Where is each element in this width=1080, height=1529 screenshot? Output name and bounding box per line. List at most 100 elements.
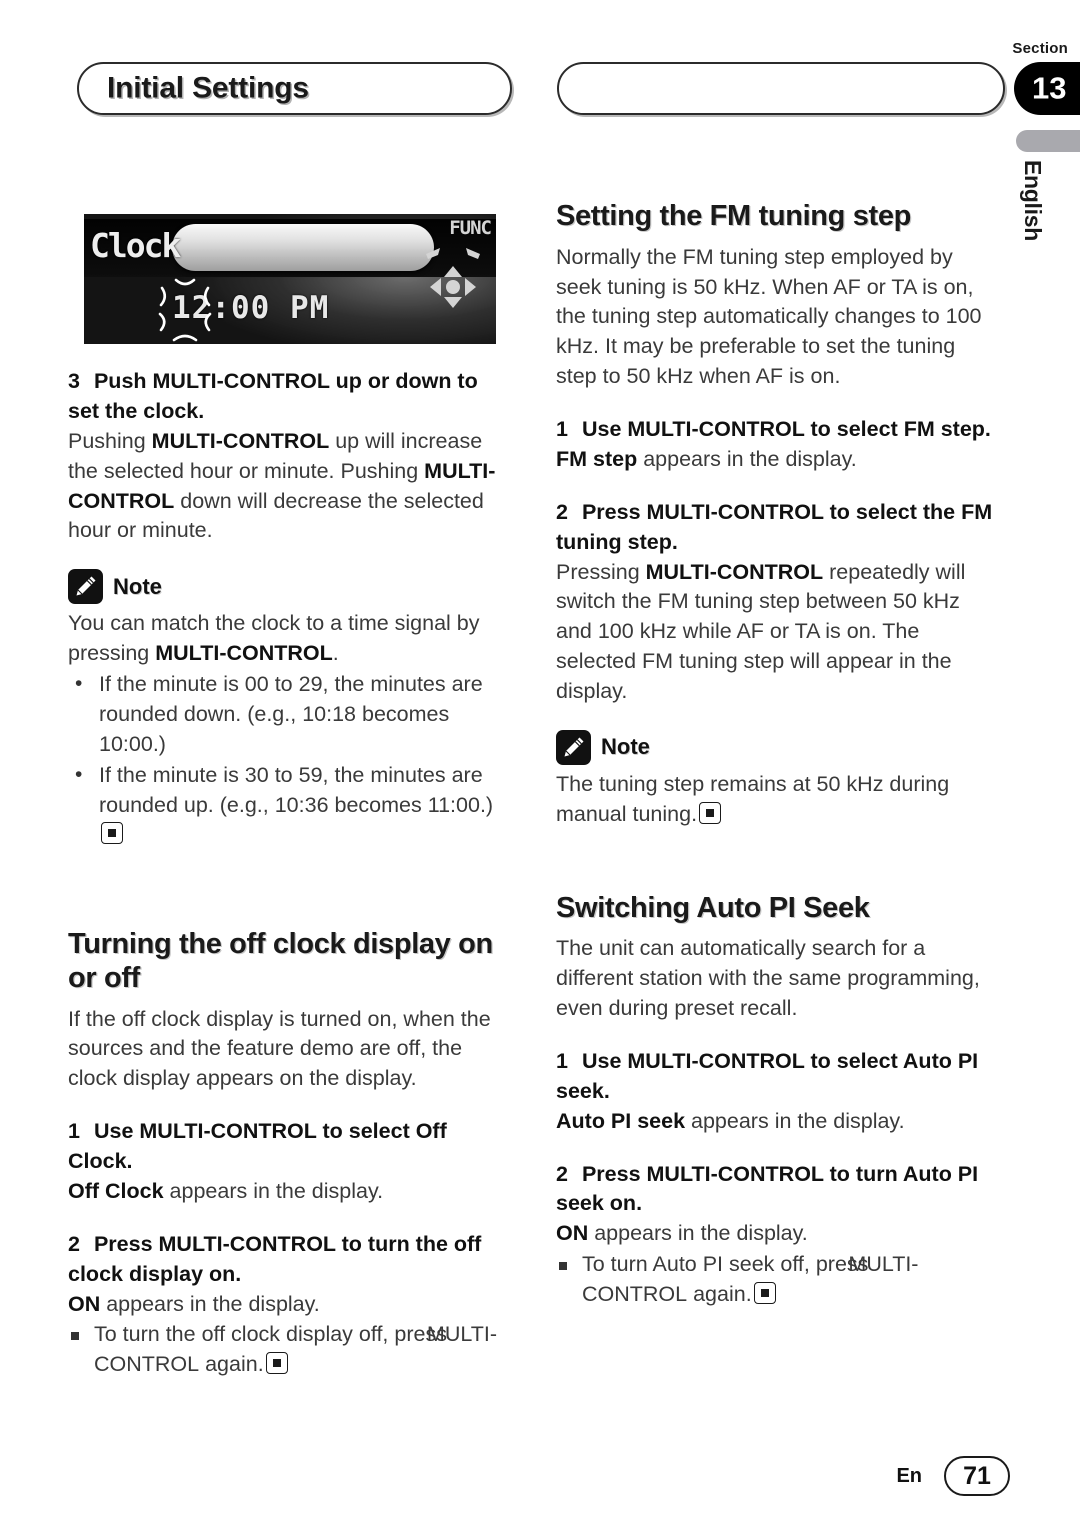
step-3-number: 3: [68, 369, 80, 393]
right-section-2-intro: The unit can automatically search for a …: [556, 936, 980, 1020]
right-note-header: Note: [556, 729, 993, 765]
bullet-bold1: 00: [244, 672, 269, 696]
right-s1-step-1-heading: 1 Use MULTI-CONTROL to select FM step.: [556, 415, 993, 445]
left-section-2: Turning the off clock display on or off …: [68, 928, 505, 1380]
bullet-part1: To turn the off clock display off, press: [94, 1322, 453, 1347]
lcd-func-text: FUNC: [449, 217, 492, 239]
right-s2-step-1-number: 1: [556, 1048, 568, 1073]
list-item: To turn Auto PI seek off, press MULTI-CO…: [556, 1250, 993, 1310]
left-s2-step-1-number: 1: [68, 1119, 80, 1144]
right-section-1-intro: Normally the FM tuning step employed by …: [556, 244, 982, 389]
step-3-body-bold1: MULTI-CONTROL: [151, 428, 330, 453]
right-s1-step-2-body-part1: Pressing: [556, 559, 646, 584]
language-tab-label: English: [1020, 160, 1046, 241]
right-s2-step-1-block: 1 Use MULTI-CONTROL to select Auto PI see…: [556, 1047, 993, 1137]
bullet-part1: If the minute is: [99, 762, 245, 787]
right-section-1-heading: Setting the FM tuning step: [556, 200, 911, 232]
left-s2-step-2-result-bold: ON: [68, 1291, 101, 1316]
left-section-2-heading: Turning the off clock display on or off: [68, 928, 493, 994]
step-3-body-part1: Pushing: [68, 428, 152, 453]
pencil-note-icon: [68, 569, 103, 605]
right-s1-step-2-number: 2: [556, 499, 568, 524]
left-s2-step-1-heading-text: Use MULTI-CONTROL to select Off Clock.: [68, 1119, 447, 1173]
bullet-part2: to: [268, 672, 299, 696]
right-s2-step-2-result: ON appears in the display.: [556, 1219, 993, 1249]
left-s2-step-2-result: ON appears in the display.: [68, 1290, 505, 1320]
right-s1-step-2-block: 2 Press MULTI-CONTROL to select the FM tu…: [556, 498, 993, 707]
right-s1-step-1-result-bold: FM step: [556, 446, 638, 471]
bullet-part1: To turn Auto PI seek off, press: [582, 1252, 875, 1277]
chapter-title-pill: Initial Settings: [77, 62, 512, 115]
list-item: If the minute is 00 to 29, the minutes a…: [68, 669, 505, 760]
bullet-part2: to: [268, 762, 299, 787]
lcd-label-text: Clock: [90, 226, 181, 265]
header-right-pill: [557, 62, 1005, 115]
end-of-section-marker: [101, 822, 123, 845]
left-note-text-part2: .: [332, 641, 339, 666]
bullet-part2: again.: [199, 1352, 264, 1377]
lcd-time-text: 12:00 PM: [172, 290, 330, 326]
bullet-bold2: 59: [298, 762, 323, 787]
right-s1-step-1-number: 1: [556, 417, 568, 441]
right-s1-step-1-result: FM step appears in the display.: [556, 445, 993, 475]
bullet-bold4: 11:00: [427, 792, 480, 817]
bullet-part4: becomes: [328, 792, 428, 817]
bullet-part1: If the minute is: [99, 672, 245, 696]
left-s2-step-1-block: 1 Use MULTI-CONTROL to select Off Clock. …: [68, 1117, 505, 1207]
left-s2-step-2-block: 2 Press MULTI-CONTROL to turn the off clo…: [68, 1230, 505, 1380]
left-s2-step-1-heading: 1 Use MULTI-CONTROL to select Off Clock.: [68, 1117, 505, 1177]
bullet-bold3: 10:36: [274, 792, 329, 817]
right-s2-step-2-block: 2 Press MULTI-CONTROL to turn Auto PI see…: [556, 1160, 993, 1310]
right-s1-step-2-body: Pressing MULTI-CONTROL repeatedly will s…: [556, 558, 993, 707]
right-column: Setting the FM tuning step Normally the …: [556, 200, 993, 1310]
left-s2-step-2-number: 2: [68, 1231, 80, 1256]
right-s1-step-1-block: 1 Use MULTI-CONTROL to select FM step. FM…: [556, 415, 993, 475]
right-note-text: The tuning step remains at 50 kHz during…: [556, 770, 993, 830]
step-3-heading: 3 Push MULTI-CONTROL up or down to set th…: [68, 367, 505, 427]
right-note-label: Note: [601, 734, 650, 760]
left-s2-step-1-result-text: appears in the display.: [163, 1178, 384, 1203]
right-s1-step-2-heading: 2 Press MULTI-CONTROL to select the FM tu…: [556, 498, 993, 558]
right-section-2-heading: Switching Auto PI Seek: [556, 891, 870, 924]
right-s1-step-2-body-bold: MULTI-CONTROL: [645, 559, 824, 584]
left-s2-step-2-heading-text: Press MULTI-CONTROL to turn the off cloc…: [68, 1231, 482, 1286]
page-footer: En 71: [896, 1456, 1010, 1496]
end-of-section-marker: [753, 1282, 776, 1304]
bullet-part5: .): [152, 731, 166, 756]
list-item: To turn the off clock display off, press…: [68, 1320, 505, 1380]
section-label: Section: [1012, 40, 1068, 57]
right-s2-step-1-result-text: appears in the display.: [685, 1108, 905, 1133]
step-3-heading-text: Push MULTI-CONTROL up or down to set the…: [68, 369, 478, 423]
right-note-text-content: The tuning step remains at 50 kHz during…: [556, 771, 950, 826]
page-header: Initial Settings Section 13: [0, 0, 1080, 130]
left-section-2-intro: If the off clock display is turned on, w…: [68, 1006, 491, 1091]
step-3-block: 3 Push MULTI-CONTROL up or down to set th…: [68, 367, 505, 546]
left-note-text: You can match the clock to a time signal…: [68, 609, 505, 669]
page-title: Initial Settings: [107, 70, 309, 104]
right-s2-step-2-result-bold: ON: [556, 1221, 589, 1246]
left-s2-step-2-result-text: appears in the display.: [100, 1291, 320, 1316]
bullet-part2: again.: [687, 1282, 752, 1306]
right-section-2: Switching Auto PI Seek The unit can auto…: [556, 892, 993, 1310]
bullet-part4: becomes: [356, 701, 450, 726]
bullet-bold2: 29: [298, 672, 323, 696]
left-s2-step-1-result: Off Clock appears in the display.: [68, 1177, 505, 1207]
right-s2-step-1-heading-text: Use MULTI-CONTROL to select Auto PI seek…: [556, 1048, 979, 1103]
end-of-section-marker: [699, 801, 722, 824]
pencil-note-icon: [556, 729, 591, 765]
left-s2-step-2-bullet-list: To turn the off clock display off, press…: [68, 1320, 505, 1380]
right-s2-step-2-bullet-list: To turn Auto PI seek off, press MULTI-CO…: [556, 1250, 993, 1310]
list-item: If the minute is 30 to 59, the minutes a…: [68, 760, 505, 851]
left-note-bullet-list: If the minute is 00 to 29, the minutes a…: [68, 669, 505, 851]
left-s2-step-1-result-bold: Off Clock: [68, 1178, 164, 1203]
right-s2-step-1-result-bold: Auto PI seek: [556, 1108, 686, 1133]
footer-language-code: En: [896, 1464, 922, 1487]
left-note-header: Note: [68, 569, 505, 605]
right-s2-step-2-heading-text: Press MULTI-CONTROL to turn Auto PI seek…: [556, 1161, 979, 1216]
right-note-block: Note The tuning step remains at 50 kHz d…: [556, 729, 993, 830]
bullet-bold3: 10:18: [302, 701, 357, 726]
multi-control-dpad-icon: [426, 248, 480, 308]
left-note-block: Note You can match the clock to a time s…: [68, 569, 505, 850]
language-tab-bar: [1016, 130, 1080, 152]
left-s2-step-2-heading: 2 Press MULTI-CONTROL to turn the off clo…: [68, 1230, 505, 1290]
